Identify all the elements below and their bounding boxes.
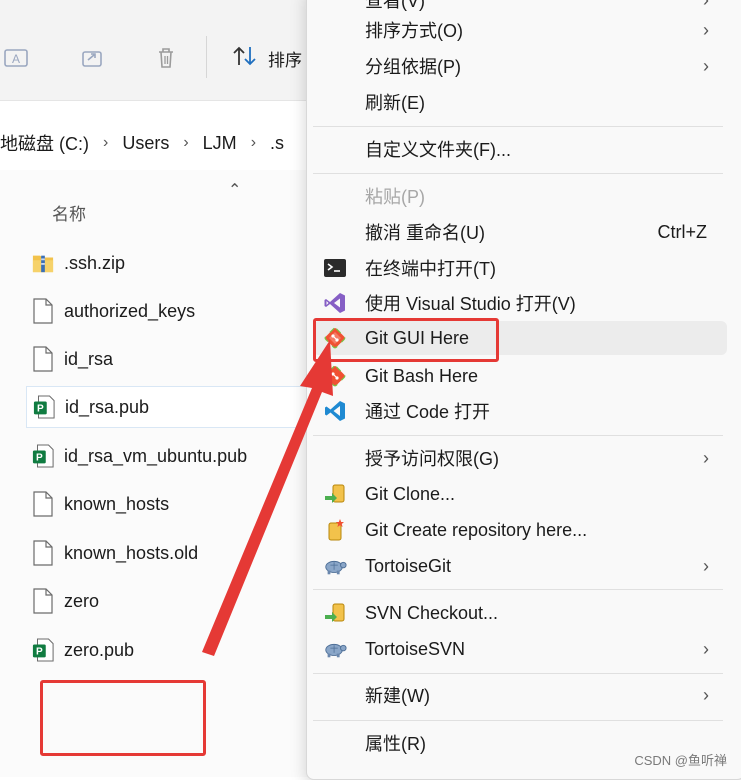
watermark: CSDN @鱼听禅 — [634, 753, 727, 768]
annotation-arrow — [202, 340, 333, 656]
